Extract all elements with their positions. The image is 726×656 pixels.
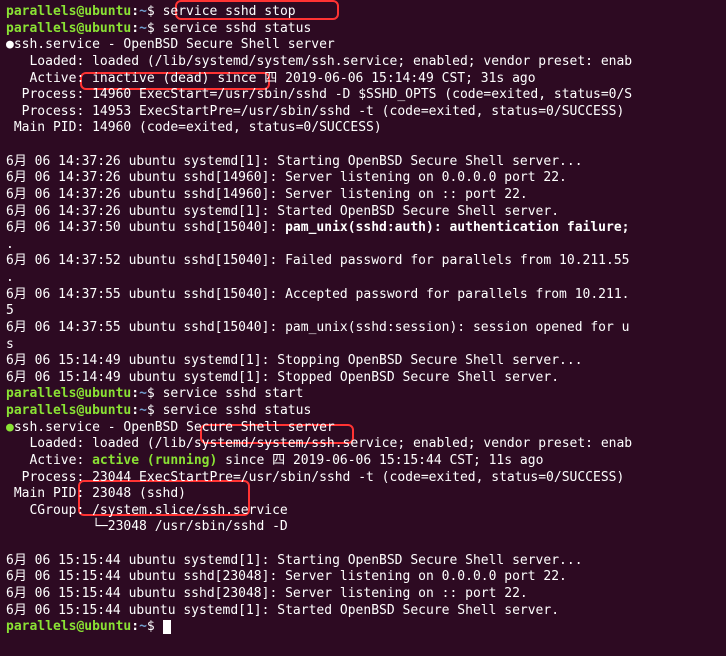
prompt-colon: : xyxy=(131,21,139,36)
cmd-start: service sshd start xyxy=(163,386,304,401)
prompt-path: ~ xyxy=(139,4,147,19)
prompt-user: parallels xyxy=(6,386,76,401)
prompt-user: parallels xyxy=(6,403,76,418)
cursor[interactable] xyxy=(163,620,171,634)
prompt-dollar: $ xyxy=(147,21,155,36)
log-line: 6月 06 14:37:55 ubuntu sshd[15040]: pam_u… xyxy=(6,320,720,337)
prompt-path: ~ xyxy=(139,21,147,36)
log-cont: . xyxy=(6,270,720,287)
prompt-line-3[interactable]: parallels@ubuntu:~$ service sshd start xyxy=(6,386,720,403)
log-line: 6月 06 14:37:55 ubuntu sshd[15040]: Accep… xyxy=(6,287,720,304)
blank-line xyxy=(6,137,720,154)
prompt-line-2[interactable]: parallels@ubuntu:~$ service sshd status xyxy=(6,21,720,38)
cmd-status2: service sshd status xyxy=(163,403,312,418)
prompt-path: ~ xyxy=(139,403,147,418)
log-line: 6月 06 15:14:49 ubuntu systemd[1]: Stoppi… xyxy=(6,353,720,370)
prompt-host: ubuntu xyxy=(84,619,131,634)
prompt-colon: : xyxy=(131,4,139,19)
cmd-status1: service sshd status xyxy=(163,21,312,36)
status-process-2: Process: 14953 ExecStartPre=/usr/sbin/ss… xyxy=(6,104,720,121)
log-line: 6月 06 14:37:26 ubuntu sshd[14960]: Serve… xyxy=(6,187,720,204)
prompt-user: parallels xyxy=(6,21,76,36)
status-cgroup-2: └─23048 /usr/sbin/sshd -D xyxy=(6,519,720,536)
log-line: 6月 06 15:14:49 ubuntu systemd[1]: Stoppe… xyxy=(6,370,720,387)
cmd-stop: service sshd stop xyxy=(163,4,296,19)
log-cont: . xyxy=(6,237,720,254)
prompt-line-4[interactable]: parallels@ubuntu:~$ service sshd status xyxy=(6,403,720,420)
prompt-dollar: $ xyxy=(147,386,155,401)
log-line: 6月 06 14:37:52 ubuntu sshd[15040]: Faile… xyxy=(6,253,720,270)
prompt-dollar: $ xyxy=(147,4,155,19)
log-line: 6月 06 14:37:26 ubuntu systemd[1]: Starte… xyxy=(6,204,720,221)
prompt-host: ubuntu xyxy=(84,386,131,401)
log-line: 6月 06 15:15:44 ubuntu systemd[1]: Starti… xyxy=(6,553,720,570)
prompt-line-5[interactable]: parallels@ubuntu:~$ xyxy=(6,619,720,636)
prompt-host: ubuntu xyxy=(84,4,131,19)
prompt-host: ubuntu xyxy=(84,21,131,36)
prompt-colon: : xyxy=(131,386,139,401)
status-process-3: Process: 23044 ExecStartPre=/usr/sbin/ss… xyxy=(6,470,720,487)
log-cont: 5 xyxy=(6,303,720,320)
prompt-dollar: $ xyxy=(147,403,155,418)
status-active-1: Active: inactive (dead) since 四 2019-06-… xyxy=(6,71,720,88)
prompt-user: parallels xyxy=(6,4,76,19)
blank-line xyxy=(6,536,720,553)
status-mainpid-1: Main PID: 14960 (code=exited, status=0/S… xyxy=(6,120,720,137)
prompt-user: parallels xyxy=(6,619,76,634)
prompt-line-1[interactable]: parallels@ubuntu:~$ service sshd stop xyxy=(6,4,720,21)
status-loaded-1: Loaded: loaded (/lib/systemd/system/ssh.… xyxy=(6,54,720,71)
log-line: 6月 06 15:15:44 ubuntu sshd[23048]: Serve… xyxy=(6,586,720,603)
status-active-2: Active: active (running) since 四 2019-06… xyxy=(6,453,720,470)
status-mainpid-2: Main PID: 23048 (sshd) xyxy=(6,486,720,503)
status-header-1: ●ssh.service - OpenBSD Secure Shell serv… xyxy=(6,37,720,54)
log-line: 6月 06 15:15:44 ubuntu sshd[23048]: Serve… xyxy=(6,569,720,586)
status-loaded-2: Loaded: loaded (/lib/systemd/system/ssh.… xyxy=(6,436,720,453)
status-header-2: ●ssh.service - OpenBSD Secure Shell serv… xyxy=(6,420,720,437)
prompt-colon: : xyxy=(131,619,139,634)
prompt-path: ~ xyxy=(139,386,147,401)
status-cgroup-1: CGroup: /system.slice/ssh.service xyxy=(6,503,720,520)
prompt-dollar: $ xyxy=(147,619,155,634)
log-cont: s xyxy=(6,337,720,354)
prompt-host: ubuntu xyxy=(84,403,131,418)
log-line: 6月 06 14:37:26 ubuntu sshd[14960]: Serve… xyxy=(6,170,720,187)
prompt-path: ~ xyxy=(139,619,147,634)
prompt-colon: : xyxy=(131,403,139,418)
log-line: 6月 06 14:37:26 ubuntu systemd[1]: Starti… xyxy=(6,154,720,171)
status-process-1: Process: 14960 ExecStart=/usr/sbin/sshd … xyxy=(6,87,720,104)
log-line: 6月 06 15:15:44 ubuntu systemd[1]: Starte… xyxy=(6,603,720,620)
log-line: 6月 06 14:37:50 ubuntu sshd[15040]: pam_u… xyxy=(6,220,720,237)
